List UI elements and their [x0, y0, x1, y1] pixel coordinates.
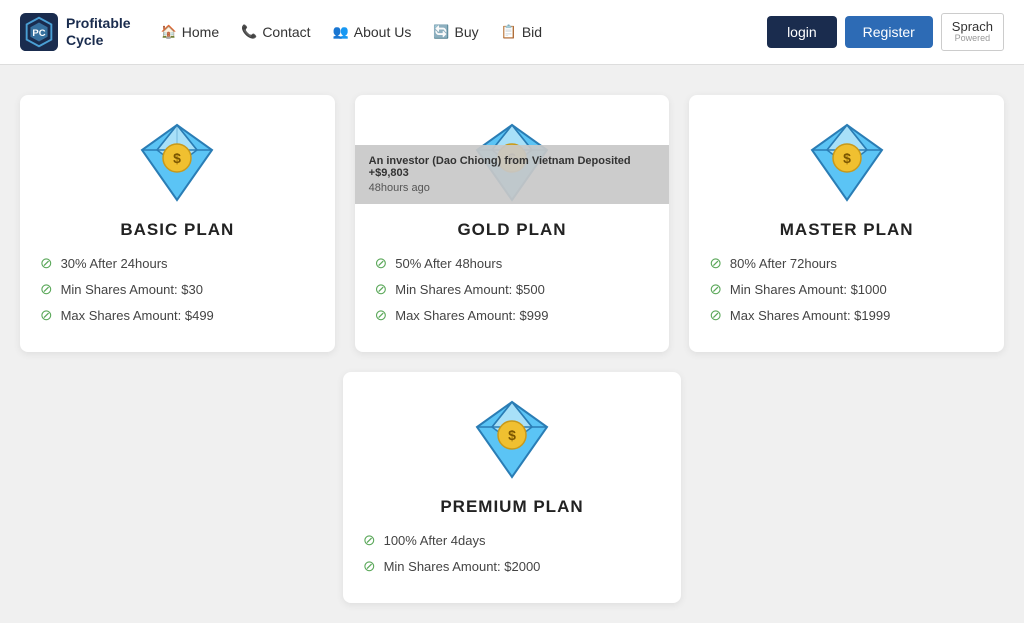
- check-icon-9: ⊘: [363, 531, 376, 549]
- basic-plan-name: BASIC PLAN: [120, 220, 234, 240]
- toast-message: An investor (Dao Chiong) from Vietnam De…: [369, 155, 656, 179]
- register-button[interactable]: Register: [845, 16, 933, 48]
- powered-label: Powered: [955, 34, 991, 44]
- language-label: Sprach: [952, 20, 993, 34]
- basic-feature-1: ⊘ Min Shares Amount: $30: [40, 280, 315, 298]
- nav-bid[interactable]: 📋 Bid: [501, 24, 542, 40]
- site-name: Profitable Cycle: [66, 15, 131, 49]
- bid-icon: 📋: [501, 24, 517, 40]
- svg-text:$: $: [173, 150, 181, 166]
- check-icon-8: ⊘: [709, 306, 722, 324]
- nav-buy[interactable]: 🔄 Buy: [433, 24, 478, 40]
- logo-icon: PC: [20, 13, 58, 51]
- gold-feature-1: ⊘ Min Shares Amount: $500: [375, 280, 650, 298]
- navbar: PC Profitable Cycle 🏠 Home 📞 Contact 👥 A…: [0, 0, 1024, 65]
- gold-feature-2: ⊘ Max Shares Amount: $999: [375, 306, 650, 324]
- master-plan-card: $ MASTER PLAN ⊘ 80% After 72hours ⊘ Min …: [689, 95, 1004, 352]
- master-feature-0: ⊘ 80% After 72hours: [709, 254, 984, 272]
- master-feature-1: ⊘ Min Shares Amount: $1000: [709, 280, 984, 298]
- basic-feature-2: ⊘ Max Shares Amount: $499: [40, 306, 315, 324]
- basic-diamond-icon: $: [132, 120, 222, 205]
- check-icon-3: ⊘: [375, 254, 388, 272]
- nav-links: 🏠 Home 📞 Contact 👥 About Us 🔄 Buy 📋: [161, 24, 767, 40]
- premium-diamond-icon: $: [467, 397, 557, 482]
- toast-time: 48hours ago: [369, 182, 656, 194]
- buy-icon: 🔄: [433, 24, 449, 40]
- check-icon-6: ⊘: [709, 254, 722, 272]
- home-icon: 🏠: [161, 24, 177, 40]
- premium-plan-card: $ PREMIUM PLAN ⊘ 100% After 4days ⊘ Min …: [343, 372, 681, 603]
- check-icon-4: ⊘: [375, 280, 388, 298]
- people-icon: 👥: [333, 24, 349, 40]
- gold-feature-0: ⊘ 50% After 48hours: [375, 254, 650, 272]
- nav-about[interactable]: 👥 About Us: [333, 24, 412, 40]
- premium-plan-name: PREMIUM PLAN: [440, 497, 583, 517]
- check-icon-0: ⊘: [40, 254, 53, 272]
- gold-plan-name: GOLD PLAN: [457, 220, 566, 240]
- check-icon-2: ⊘: [40, 306, 53, 324]
- basic-feature-0: ⊘ 30% After 24hours: [40, 254, 315, 272]
- check-icon-10: ⊘: [363, 557, 376, 575]
- svg-text:$: $: [508, 427, 516, 443]
- plans-grid-bottom: $ PREMIUM PLAN ⊘ 100% After 4days ⊘ Min …: [20, 372, 1004, 603]
- logo[interactable]: PC Profitable Cycle: [20, 13, 131, 51]
- notification-toast: An investor (Dao Chiong) from Vietnam De…: [355, 145, 670, 204]
- nav-contact[interactable]: 📞 Contact: [241, 24, 310, 40]
- login-button[interactable]: login: [767, 16, 837, 48]
- master-plan-name: MASTER PLAN: [780, 220, 914, 240]
- premium-feature-0: ⊘ 100% After 4days: [363, 531, 661, 549]
- check-icon-7: ⊘: [709, 280, 722, 298]
- master-feature-2: ⊘ Max Shares Amount: $1999: [709, 306, 984, 324]
- master-diamond-icon: $: [802, 120, 892, 205]
- basic-plan-card: $ BASIC PLAN ⊘ 30% After 24hours ⊘ Min S…: [20, 95, 335, 352]
- nav-home[interactable]: 🏠 Home: [161, 24, 220, 40]
- phone-icon: 📞: [241, 24, 257, 40]
- svg-text:PC: PC: [32, 28, 45, 39]
- main-content: $ BASIC PLAN ⊘ 30% After 24hours ⊘ Min S…: [0, 65, 1024, 623]
- nav-right: login Register Sprach Powered: [767, 13, 1004, 51]
- check-icon-5: ⊘: [375, 306, 388, 324]
- gold-plan-card: An investor (Dao Chiong) from Vietnam De…: [355, 95, 670, 352]
- language-selector[interactable]: Sprach Powered: [941, 13, 1004, 51]
- plans-grid-top: $ BASIC PLAN ⊘ 30% After 24hours ⊘ Min S…: [20, 95, 1004, 352]
- premium-feature-1: ⊘ Min Shares Amount: $2000: [363, 557, 661, 575]
- check-icon-1: ⊘: [40, 280, 53, 298]
- svg-text:$: $: [843, 150, 851, 166]
